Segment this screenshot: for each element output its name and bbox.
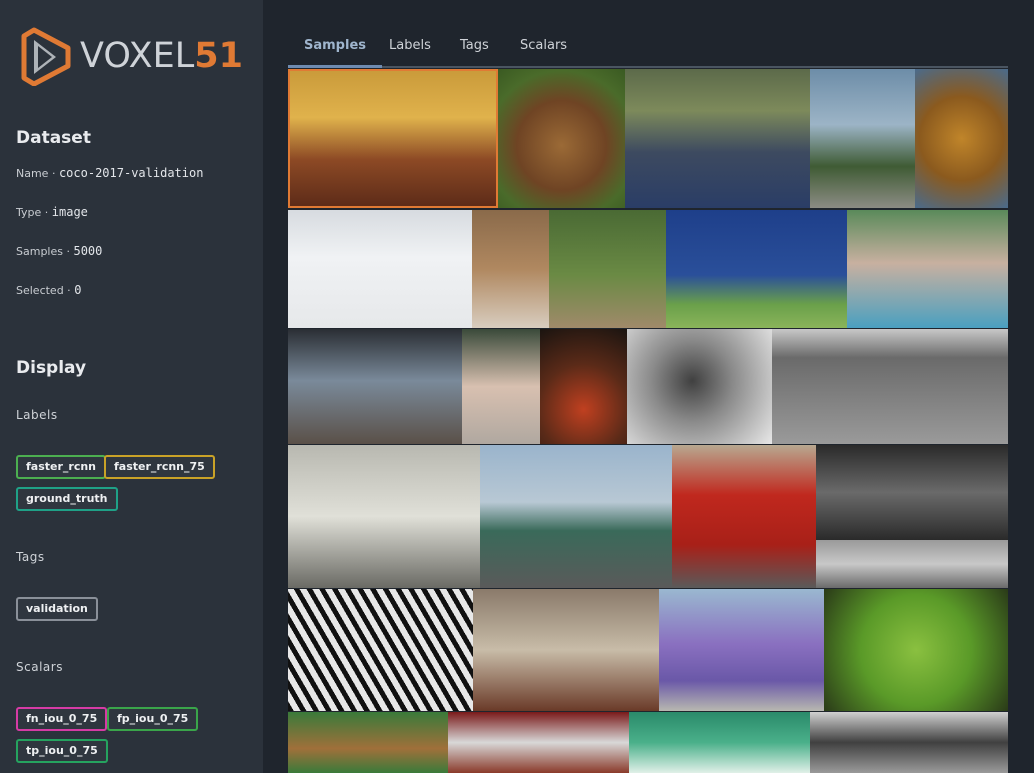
sample-thumbnail[interactable]	[480, 445, 672, 588]
sample-thumbnail[interactable]	[288, 210, 472, 328]
dataset-selected-row: Selected · 0	[16, 283, 82, 297]
logo-text-voxel: VOXEL	[80, 35, 195, 76]
voxel51-logo[interactable]: VOXEL51	[16, 26, 243, 86]
dataset-name-value: coco-2017-validation	[58, 166, 204, 180]
tab-tags[interactable]: Tags	[444, 38, 505, 65]
view-tabs: Samples Labels Tags Scalars	[288, 30, 1008, 68]
dataset-section-title: Dataset	[16, 128, 91, 148]
scalar-chip-tp-iou[interactable]: tp_iou_0_75	[16, 739, 108, 763]
dataset-type-row: Type · image	[16, 205, 88, 219]
sample-thumbnail[interactable]	[659, 589, 824, 711]
sample-thumbnail[interactable]	[915, 69, 1008, 208]
sample-thumbnail[interactable]	[625, 69, 810, 208]
dataset-selected-label: Selected	[16, 284, 64, 297]
label-chip-ground-truth[interactable]: ground_truth	[16, 487, 118, 511]
sample-thumbnail[interactable]	[288, 69, 498, 208]
dataset-name-label: Name	[16, 167, 49, 180]
dataset-samples-value: 5000	[73, 244, 103, 258]
sample-thumbnail[interactable]	[627, 329, 772, 444]
sample-thumbnail[interactable]	[462, 329, 540, 444]
dataset-type-label: Type	[16, 206, 42, 219]
sample-grid	[288, 69, 1008, 773]
sidebar: VOXEL51 Dataset Name · coco-2017-validat…	[0, 0, 263, 773]
sample-thumbnail[interactable]	[666, 210, 847, 328]
sample-thumbnail[interactable]	[824, 589, 1008, 711]
sample-thumbnail[interactable]	[810, 69, 915, 208]
voxel51-logo-icon	[21, 27, 71, 86]
tab-scalars[interactable]: Scalars	[504, 38, 583, 65]
sample-thumbnail[interactable]	[549, 210, 666, 328]
sample-thumbnail[interactable]	[847, 210, 1008, 328]
dataset-name-row: Name · coco-2017-validation	[16, 166, 204, 180]
tab-samples[interactable]: Samples	[288, 38, 382, 68]
dataset-samples-row: Samples · 5000	[16, 244, 103, 258]
logo-text-51: 51	[194, 35, 243, 76]
sample-thumbnail[interactable]	[472, 210, 549, 328]
sample-thumbnail[interactable]	[288, 712, 448, 773]
sample-thumbnail[interactable]	[288, 445, 480, 588]
sample-thumbnail[interactable]	[629, 712, 810, 773]
scalars-subtitle: Scalars	[16, 660, 63, 674]
sample-thumbnail[interactable]	[288, 589, 473, 711]
tab-labels[interactable]: Labels	[373, 38, 447, 65]
sample-thumbnail[interactable]	[672, 445, 816, 588]
sample-thumbnail[interactable]	[772, 329, 1008, 444]
sample-thumbnail[interactable]	[540, 329, 627, 444]
dataset-type-value: image	[51, 205, 88, 219]
dataset-samples-label: Samples	[16, 245, 63, 258]
dataset-selected-value: 0	[74, 283, 82, 297]
labels-subtitle: Labels	[16, 408, 58, 422]
sample-thumbnail[interactable]	[816, 540, 1008, 588]
sample-thumbnail[interactable]	[810, 712, 1008, 773]
sample-thumbnail[interactable]	[498, 69, 625, 208]
sample-thumbnail[interactable]	[816, 445, 1008, 540]
label-chip-faster-rcnn-75[interactable]: faster_rcnn_75	[104, 455, 215, 479]
sample-thumbnail[interactable]	[473, 589, 659, 711]
scalar-chip-fn-iou[interactable]: fn_iou_0_75	[16, 707, 108, 731]
sample-thumbnail[interactable]	[448, 712, 629, 773]
sample-thumbnail[interactable]	[288, 329, 462, 444]
tags-subtitle: Tags	[16, 550, 45, 564]
scalar-chip-fp-iou[interactable]: fp_iou_0_75	[107, 707, 199, 731]
label-chip-faster-rcnn[interactable]: faster_rcnn	[16, 455, 107, 479]
display-section-title: Display	[16, 358, 87, 378]
tag-chip-validation[interactable]: validation	[16, 597, 98, 621]
